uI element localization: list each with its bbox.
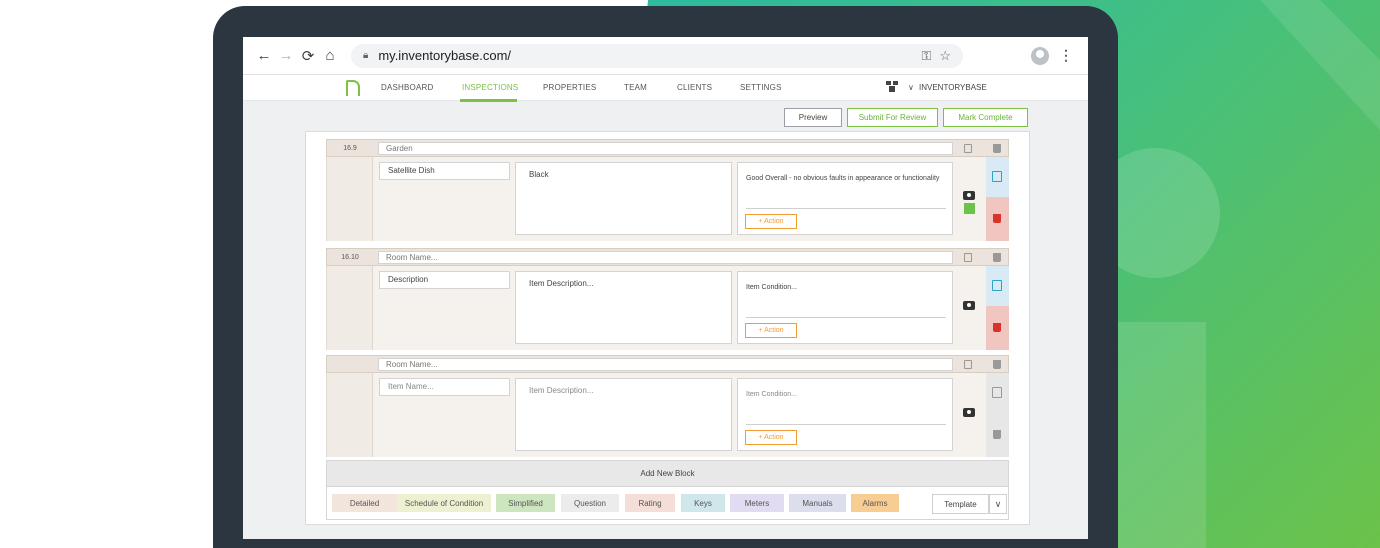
room-item: Satellite Dish Black Good Overall - no o… — [326, 157, 1009, 241]
copy-item-button[interactable] — [986, 157, 1009, 197]
active-tab-indicator — [460, 99, 517, 102]
delete-room-icon[interactable] — [993, 253, 1001, 262]
marketing-stage: ← → ⟳ ⌂ 🔒︎ my.inventorybase.com/ ⚿ ☆ ⋮ D… — [0, 0, 1380, 548]
copy-item-button[interactable] — [986, 373, 1009, 413]
add-action-button[interactable]: + Action — [745, 214, 797, 229]
item-name-input[interactable]: Item Name... — [379, 378, 510, 396]
delete-room-icon[interactable] — [993, 144, 1001, 153]
block-type-alarms[interactable]: Alarms — [851, 494, 899, 512]
item-condition-box[interactable]: Item Condition... + Action — [737, 271, 953, 344]
chevron-down-icon[interactable]: ∨ — [989, 494, 1007, 514]
room-name-input[interactable]: Room Name... — [378, 251, 953, 264]
delete-room-icon[interactable] — [993, 360, 1001, 369]
copy-item-button[interactable] — [986, 266, 1009, 306]
forward-arrow-icon[interactable]: → — [275, 47, 297, 64]
block-type-question[interactable]: Question — [561, 494, 619, 512]
delete-item-button[interactable] — [986, 413, 1009, 457]
block-type-keys[interactable]: Keys — [681, 494, 725, 512]
browser-toolbar: ← → ⟳ ⌂ 🔒︎ my.inventorybase.com/ ⚿ ☆ ⋮ — [243, 37, 1088, 75]
delete-item-button[interactable] — [986, 306, 1009, 350]
nav-inspections[interactable]: INSPECTIONS — [462, 83, 518, 92]
nav-clients[interactable]: CLIENTS — [677, 83, 712, 92]
reload-icon[interactable]: ⟳ — [297, 47, 319, 65]
copy-room-icon[interactable] — [964, 360, 972, 369]
nav-settings[interactable]: SETTINGS — [740, 83, 782, 92]
camera-icon[interactable] — [963, 191, 975, 200]
item-name-input[interactable]: Satellite Dish — [379, 162, 510, 180]
lock-icon: 🔒︎ — [363, 50, 369, 61]
item-description-input[interactable]: Black — [515, 162, 732, 235]
room-item: Item Name... Item Description... Item Co… — [326, 373, 1009, 457]
item-description-input[interactable]: Item Description... — [515, 378, 732, 451]
copy-room-icon[interactable] — [964, 253, 972, 262]
kebab-menu-icon[interactable]: ⋮ — [1059, 47, 1073, 64]
key-icon[interactable]: ⚿ — [921, 48, 931, 64]
item-description-input[interactable]: Item Description... — [515, 271, 732, 344]
inventorybase-logo-icon[interactable] — [346, 80, 360, 96]
block-type-detailed[interactable]: Detailed — [332, 494, 397, 512]
block-type-simplified[interactable]: Simplified — [496, 494, 555, 512]
template-select[interactable]: Template — [932, 494, 989, 514]
room-item: Description Item Description... Item Con… — [326, 266, 1009, 350]
item-condition-box[interactable]: Good Overall - no obvious faults in appe… — [737, 162, 953, 235]
item-condition-box[interactable]: Item Condition... + Action — [737, 378, 953, 451]
nav-properties[interactable]: PROPERTIES — [543, 83, 596, 92]
preview-button[interactable]: Preview — [784, 108, 842, 127]
copy-icon — [992, 387, 1002, 398]
room-number: 16.9 — [343, 144, 357, 152]
block-type-meters[interactable]: Meters — [730, 494, 784, 512]
nav-team[interactable]: TEAM — [624, 83, 647, 92]
star-icon[interactable]: ☆ — [939, 48, 951, 64]
block-type-schedule-of-condition[interactable]: Schedule of Condition — [397, 494, 491, 512]
room-header: 16.10 Room Name... — [326, 248, 1009, 266]
item-condition-text[interactable]: Item Condition... — [746, 283, 944, 293]
add-action-button[interactable]: + Action — [745, 323, 797, 338]
back-arrow-icon[interactable]: ← — [253, 47, 275, 64]
trash-icon — [993, 214, 1001, 223]
camera-icon[interactable] — [963, 301, 975, 310]
app-navigation: DASHBOARD INSPECTIONS PROPERTIES TEAM CL… — [243, 75, 1088, 102]
home-icon[interactable]: ⌂ — [319, 47, 341, 64]
account-icon[interactable] — [1031, 46, 1049, 65]
block-type-manuals[interactable]: Manuals — [789, 494, 846, 512]
room-header: Room Name... — [326, 355, 1009, 373]
url-text[interactable]: my.inventorybase.com/ — [378, 48, 913, 63]
add-new-block-title: Add New Block — [327, 461, 1008, 487]
copy-icon — [992, 280, 1002, 291]
room-number: 16.10 — [341, 253, 359, 261]
photo-thumbnail[interactable] — [964, 203, 975, 214]
item-name-input[interactable]: Description — [379, 271, 510, 289]
delete-item-button[interactable] — [986, 197, 1009, 241]
add-new-block: Add New Block Detailed Schedule of Condi… — [326, 460, 1009, 520]
item-condition-text[interactable]: Item Condition... — [746, 390, 944, 400]
camera-icon[interactable] — [963, 408, 975, 417]
organisation-name[interactable]: INVENTORYBASE — [919, 83, 987, 92]
room-name-input[interactable]: Room Name... — [378, 358, 953, 371]
laptop-screen: ← → ⟳ ⌂ 🔒︎ my.inventorybase.com/ ⚿ ☆ ⋮ D… — [243, 37, 1088, 539]
inspection-panel: 16.9 Garden Satellite Dish Black Good Ov… — [305, 131, 1030, 525]
item-condition-text[interactable]: Good Overall - no obvious faults in appe… — [746, 174, 944, 184]
copy-room-icon[interactable] — [964, 144, 972, 153]
background-rectangle — [1110, 322, 1206, 548]
address-bar[interactable]: 🔒︎ my.inventorybase.com/ ⚿ ☆ — [351, 43, 963, 68]
block-type-rating[interactable]: Rating — [625, 494, 675, 512]
mark-complete-button[interactable]: Mark Complete — [943, 108, 1028, 127]
chevron-down-icon[interactable]: ∨ — [908, 83, 914, 92]
room-name-input[interactable]: Garden — [378, 142, 953, 155]
organisation-icon — [886, 81, 898, 92]
submit-for-review-button[interactable]: Submit For Review — [847, 108, 938, 127]
trash-icon — [993, 430, 1001, 439]
copy-icon — [992, 171, 1002, 182]
room-header: 16.9 Garden — [326, 139, 1009, 157]
add-action-button[interactable]: + Action — [745, 430, 797, 445]
trash-icon — [993, 323, 1001, 332]
nav-dashboard[interactable]: DASHBOARD — [381, 83, 433, 92]
